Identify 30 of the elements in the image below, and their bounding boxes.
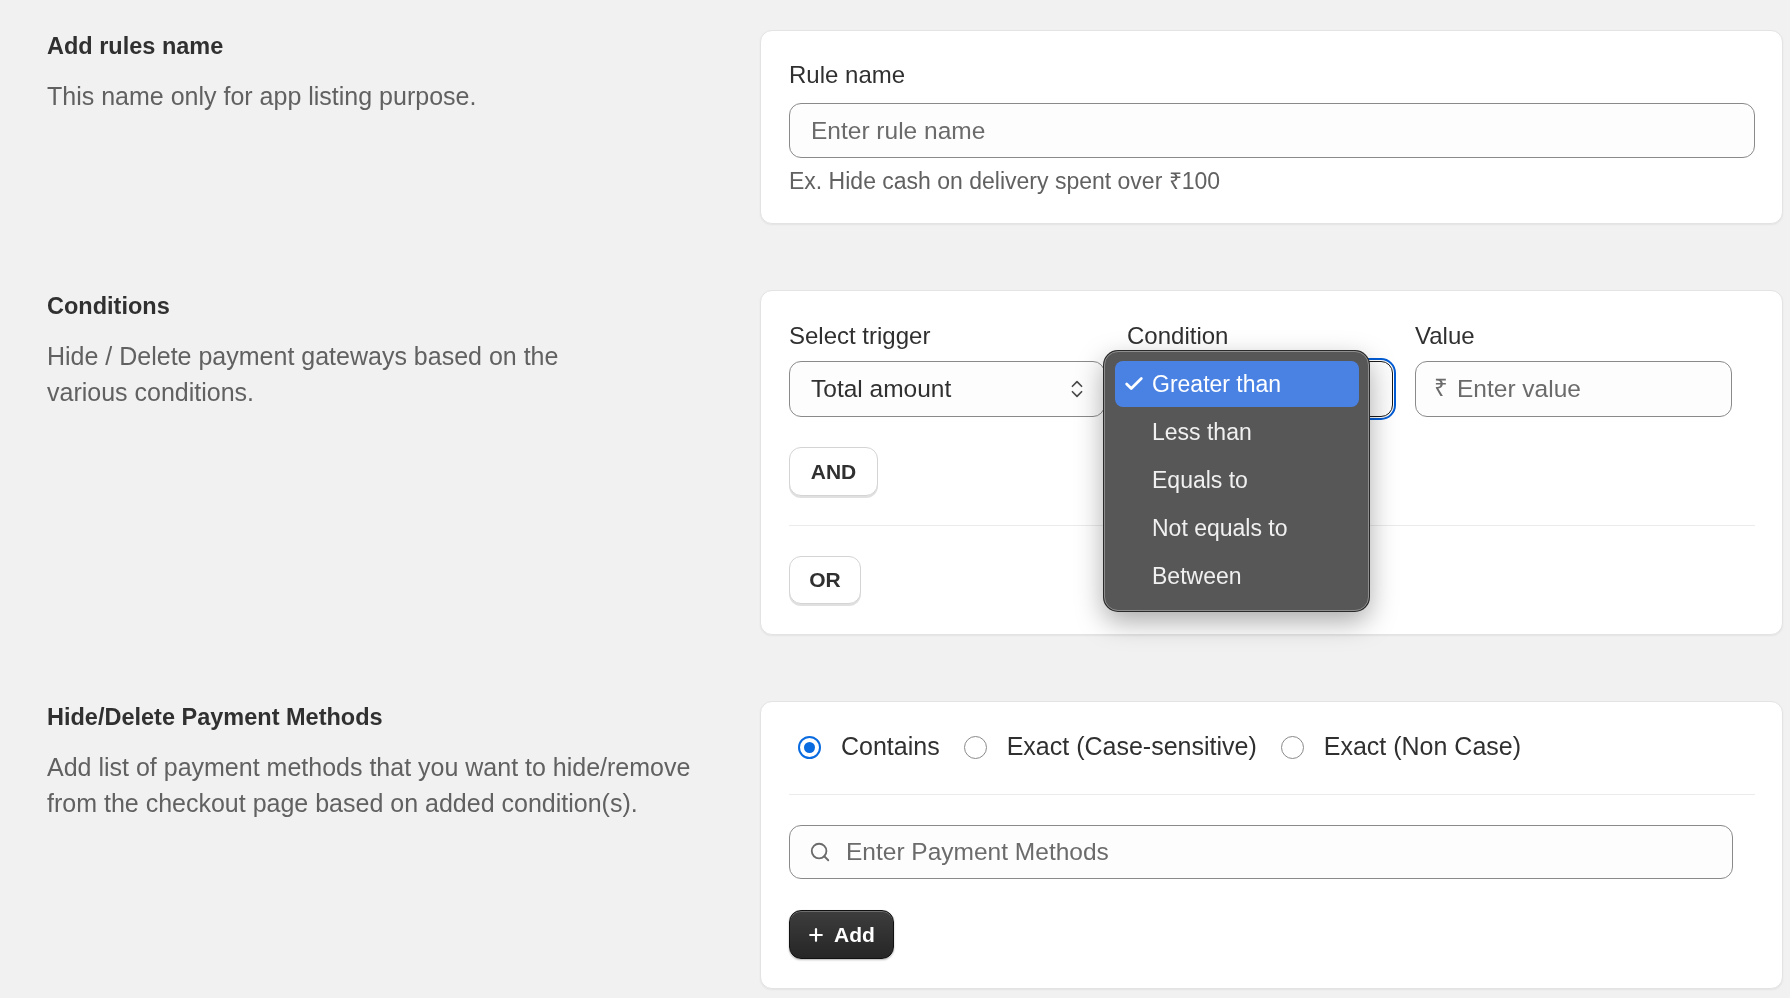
section-description: Add list of payment methods that you want to hide/remove from the checkout page based on added condition(s).	[47, 752, 692, 819]
or-button[interactable]: OR	[789, 556, 861, 604]
section-description: Hide / Delete payment gateways based on the various conditions.	[47, 341, 560, 408]
option-label: Exact (Case-sensitive)	[1006, 731, 1257, 763]
menu-item[interactable]: Greater than	[1115, 361, 1359, 407]
section-heading: Hide/Delete Payment Methods	[47, 703, 383, 731]
radio-button[interactable]	[963, 735, 987, 759]
section-heading: Conditions	[47, 292, 170, 320]
field-label: Value	[1415, 322, 1475, 350]
section-heading: Add rules name	[47, 32, 224, 60]
field-label: Condition	[1127, 322, 1229, 350]
trigger-select[interactable]: Total amount	[789, 361, 1105, 417]
section-description: This name only for app listing purpose.	[47, 81, 477, 112]
radio-button[interactable]	[798, 735, 821, 759]
payment-methods-search-field[interactable]: Enter Payment Methods	[789, 825, 1733, 879]
rule-name-field[interactable]: Enter rule name	[789, 103, 1755, 158]
menu-item[interactable]: Equals to	[1115, 457, 1359, 503]
option-label: Exact (Non Case)	[1323, 731, 1522, 763]
menu-item[interactable]: Less than	[1115, 409, 1359, 455]
field-hint: Ex. Hide cash on delivery spent over ₹100	[789, 168, 1221, 194]
search-icon	[809, 841, 831, 863]
option-label: Contains	[841, 731, 940, 763]
menu-item[interactable]: Not equals to	[1115, 505, 1359, 551]
field-label: Select trigger	[789, 322, 931, 350]
field-label: Rule name	[789, 61, 906, 89]
menu-item[interactable]: Between	[1115, 553, 1359, 599]
add-button[interactable]: Add	[789, 910, 894, 959]
and-button[interactable]: AND	[789, 447, 878, 496]
radio-button[interactable]	[1280, 735, 1304, 759]
currency-symbol: ₹	[1434, 374, 1448, 402]
